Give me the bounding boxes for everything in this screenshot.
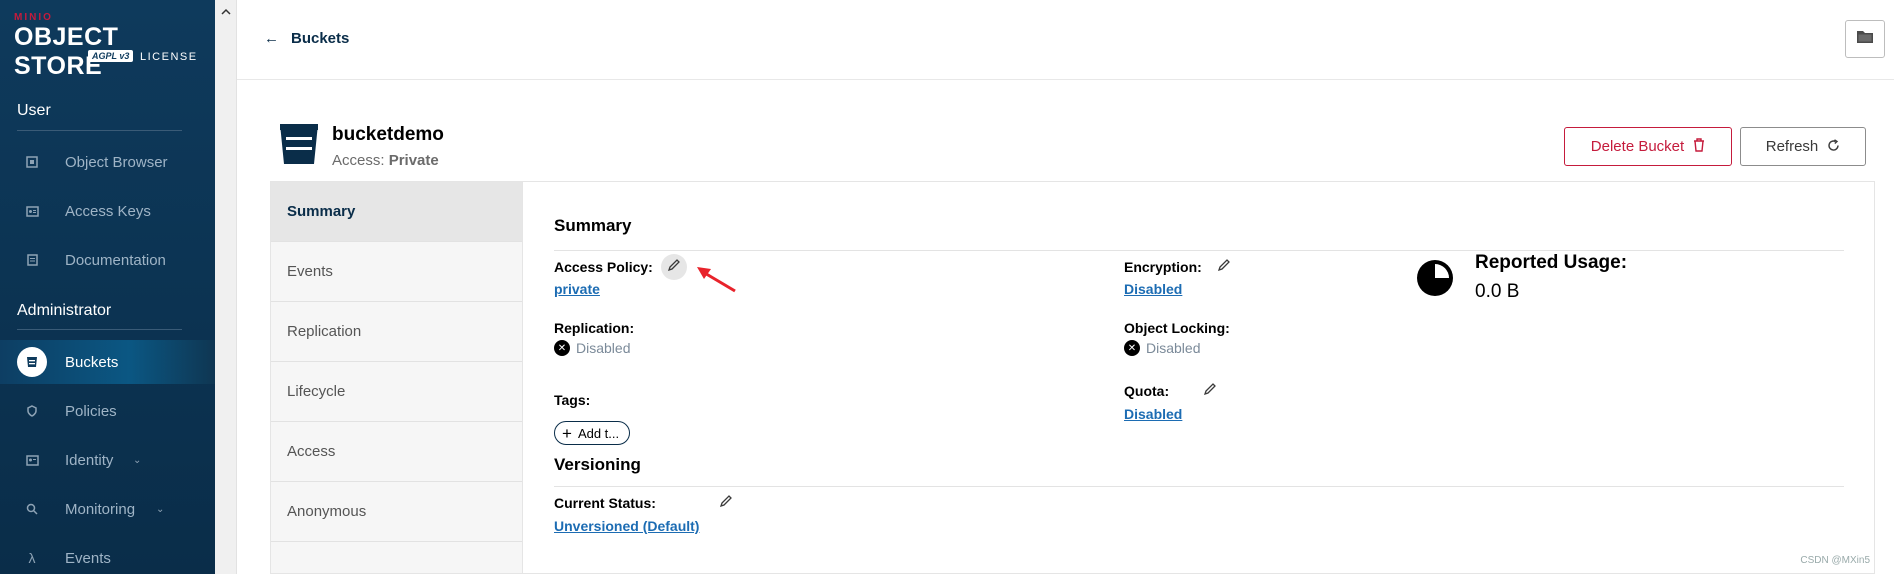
sidebar-item-label: Documentation	[65, 251, 166, 269]
bucket-icon	[278, 122, 320, 166]
usage-pie-icon	[1416, 259, 1454, 302]
replication-label: Replication:	[554, 320, 635, 336]
bucket-name: bucketdemo	[332, 124, 444, 145]
tags-label: Tags:	[554, 392, 591, 408]
sidebar: MINIO OBJECT STORE AGPL v3 LICENSE User …	[0, 0, 215, 574]
object-locking-status: ✕ Disabled	[1124, 340, 1200, 356]
sidebar-item-object-browser[interactable]: Object Browser	[0, 140, 215, 184]
sidebar-item-access-keys[interactable]: Access Keys	[0, 189, 215, 233]
lambda-icon: λ	[28, 550, 36, 566]
add-tag-label: Add t...	[577, 425, 620, 441]
back-to-buckets-link[interactable]: ← Buckets	[264, 30, 349, 47]
quota-value[interactable]: Disabled	[1124, 406, 1182, 422]
sidebar-collapse-strip	[215, 0, 237, 574]
versioning-divider	[554, 486, 1844, 487]
sidebar-item-label: Identity	[65, 451, 114, 469]
plus-icon: +	[562, 423, 572, 443]
access-keys-icon	[18, 197, 46, 225]
quota-label: Quota:	[1124, 383, 1170, 399]
summary-section-title: Summary	[554, 216, 632, 235]
logo-license-text: LICENSE	[140, 51, 198, 63]
annotation-arrow-icon	[697, 267, 736, 293]
object-locking-value: Disabled	[1146, 340, 1201, 356]
edit-encryption-button[interactable]	[1211, 254, 1237, 280]
arrow-left-icon: ←	[264, 30, 279, 47]
documentation-icon	[18, 246, 46, 274]
replication-status: ✕ Disabled	[554, 340, 630, 356]
add-tag-button[interactable]: + Add t...	[554, 421, 631, 445]
object-locking-label: Object Locking:	[1124, 320, 1230, 336]
reported-usage-value: 0.0 B	[1475, 281, 1520, 302]
edit-access-policy-button[interactable]	[661, 254, 687, 280]
logo-minio-text: MINIO	[14, 12, 53, 23]
edit-quota-button[interactable]	[1197, 378, 1223, 404]
minio-logo[interactable]: MINIO OBJECT STORE AGPL v3 LICENSE	[14, 10, 204, 80]
versioning-section-title: Versioning	[554, 455, 641, 474]
folder-icon	[1856, 29, 1874, 49]
tab-summary[interactable]: Summary	[271, 182, 522, 242]
sidebar-item-monitoring[interactable]: Monitoring ⌄	[0, 487, 215, 531]
sidebar-item-label: Monitoring	[65, 500, 136, 518]
bucket-access-prefix: Access:	[332, 152, 385, 169]
identity-icon	[18, 446, 46, 474]
policies-icon	[18, 397, 46, 425]
agpl-badge: AGPL v3	[88, 50, 134, 62]
sidebar-item-buckets[interactable]: Buckets	[0, 340, 215, 384]
encryption-value[interactable]: Disabled	[1124, 281, 1182, 297]
refresh-label: Refresh	[1765, 138, 1819, 155]
replication-value: Disabled	[576, 340, 631, 356]
pencil-icon	[1217, 258, 1231, 277]
object-browser-icon	[18, 148, 46, 176]
sidebar-item-label: Events	[65, 549, 111, 567]
edit-versioning-button[interactable]	[713, 490, 739, 516]
chevron-up-icon[interactable]	[215, 0, 237, 22]
section-title-administrator: Administrator	[17, 302, 112, 319]
back-link-label: Buckets	[291, 30, 350, 47]
summary-divider	[554, 250, 1844, 251]
sidebar-item-identity[interactable]: Identity ⌄	[0, 438, 215, 482]
refresh-button[interactable]: Refresh	[1740, 127, 1866, 166]
sidebar-item-label: Policies	[65, 402, 117, 420]
tab-events[interactable]: Events	[271, 242, 522, 302]
x-circle-icon: ✕	[1124, 340, 1140, 356]
bucket-access-value: Private	[388, 152, 439, 169]
buckets-icon	[17, 347, 47, 377]
reported-usage-label: Reported Usage:	[1475, 252, 1628, 273]
monitoring-icon	[18, 495, 46, 523]
summary-panel: Summary Access Policy: private Encryptio…	[523, 181, 1875, 574]
object-browser-button[interactable]	[1845, 20, 1885, 58]
watermark: CSDN @MXin5	[1800, 555, 1870, 566]
sidebar-item-label: Buckets	[65, 353, 119, 371]
pencil-icon	[667, 258, 681, 277]
trash-icon	[1693, 138, 1705, 155]
sidebar-item-label: Object Browser	[65, 153, 168, 171]
tab-anonymous[interactable]: Anonymous	[271, 482, 522, 542]
delete-bucket-button[interactable]: Delete Bucket	[1564, 127, 1732, 166]
bucket-tabs: Summary Events Replication Lifecycle Acc…	[270, 181, 523, 574]
current-status-value[interactable]: Unversioned (Default)	[554, 518, 699, 534]
section-divider	[17, 329, 182, 330]
delete-bucket-label: Delete Bucket	[1590, 138, 1685, 155]
tab-access[interactable]: Access	[271, 422, 522, 482]
encryption-label: Encryption:	[1124, 259, 1202, 275]
chevron-down-icon[interactable]: ⌄	[156, 504, 164, 515]
current-status-label: Current Status:	[554, 495, 656, 511]
access-policy-label: Access Policy:	[554, 259, 653, 275]
page-header: ← Buckets	[237, 0, 1894, 80]
section-divider	[17, 130, 182, 131]
tab-replication[interactable]: Replication	[271, 302, 522, 362]
bucket-access: Access: Private	[332, 152, 439, 169]
pencil-icon	[1203, 382, 1217, 401]
tab-lifecycle[interactable]: Lifecycle	[271, 362, 522, 422]
chevron-down-icon[interactable]: ⌄	[133, 455, 141, 466]
sidebar-item-events[interactable]: λ Events	[0, 536, 215, 574]
access-policy-value[interactable]: private	[554, 281, 600, 297]
x-circle-icon: ✕	[554, 340, 570, 356]
sidebar-item-documentation[interactable]: Documentation	[0, 238, 215, 282]
refresh-icon	[1827, 138, 1840, 155]
sidebar-item-policies[interactable]: Policies	[0, 389, 215, 433]
pencil-icon	[719, 494, 733, 513]
section-title-user: User	[17, 102, 51, 119]
sidebar-item-label: Access Keys	[65, 202, 151, 220]
